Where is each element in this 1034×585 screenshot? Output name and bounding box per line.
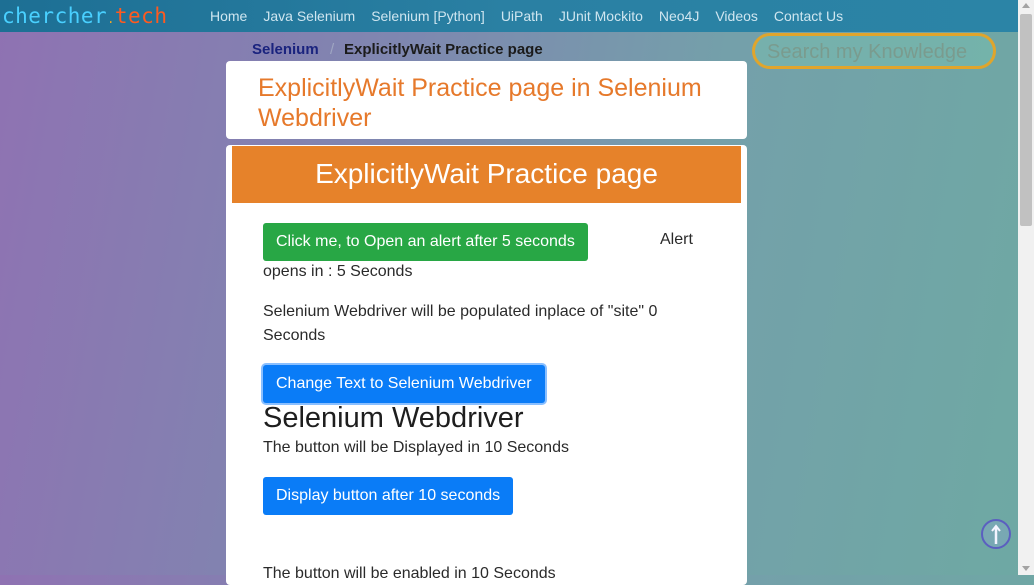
breadcrumb-separator: / <box>330 41 335 58</box>
nav-item-java-selenium[interactable]: Java Selenium <box>263 8 355 24</box>
change-text-button[interactable]: Change Text to Selenium Webdriver <box>263 365 545 403</box>
logo-dot: . <box>107 12 115 26</box>
nav-item-contact-us[interactable]: Contact Us <box>774 8 843 24</box>
site-logo[interactable]: chercher.tech <box>2 4 167 28</box>
open-alert-button[interactable]: Click me, to Open an alert after 5 secon… <box>263 223 588 261</box>
site-populate-text: Selenium Webdriver will be populated inp… <box>263 303 658 344</box>
display-button[interactable]: Display button after 10 seconds <box>263 477 514 515</box>
page-title: ExplicitlyWait Practice page in Selenium… <box>258 74 702 132</box>
logo-part2: tech <box>114 4 168 28</box>
main-nav: Home Java Selenium Selenium [Python] UiP… <box>210 8 843 24</box>
scroll-down-icon[interactable] <box>1022 566 1030 571</box>
breadcrumb-parent-link[interactable]: Selenium <box>252 41 319 58</box>
nav-item-home[interactable]: Home <box>210 8 247 24</box>
nav-item-junit-mockito[interactable]: JUnit Mockito <box>559 8 643 24</box>
nav-item-selenium-python[interactable]: Selenium [Python] <box>371 8 485 24</box>
alert-info-text: opens in : 5 Seconds <box>263 263 413 280</box>
scroll-up-icon[interactable] <box>1022 3 1030 8</box>
alert-label: Alert <box>660 231 693 248</box>
practice-banner: ExplicitlyWait Practice page <box>232 146 741 203</box>
back-to-top-button[interactable] <box>981 519 1011 549</box>
populated-heading: Selenium Webdriver <box>263 402 524 434</box>
nav-item-uipath[interactable]: UiPath <box>501 8 543 24</box>
logo-part1: chercher <box>2 4 108 28</box>
enable-info-text: The button will be enabled in 10 Seconds <box>263 565 556 582</box>
scrollbar-thumb[interactable] <box>1020 14 1032 226</box>
top-nav-bar: chercher.tech Home Java Selenium Seleniu… <box>0 0 1018 32</box>
nav-item-neo4j[interactable]: Neo4J <box>659 8 699 24</box>
arrow-up-icon <box>991 524 1001 544</box>
search-input[interactable]: Search my Knowledge <box>752 33 996 69</box>
nav-item-videos[interactable]: Videos <box>715 8 758 24</box>
title-card: ExplicitlyWait Practice page in Selenium… <box>226 61 747 139</box>
breadcrumb-current: ExplicitlyWait Practice page <box>344 41 543 58</box>
practice-card: ExplicitlyWait Practice page Click me, t… <box>226 145 747 585</box>
display-info-text: The button will be Displayed in 10 Secon… <box>263 439 569 456</box>
